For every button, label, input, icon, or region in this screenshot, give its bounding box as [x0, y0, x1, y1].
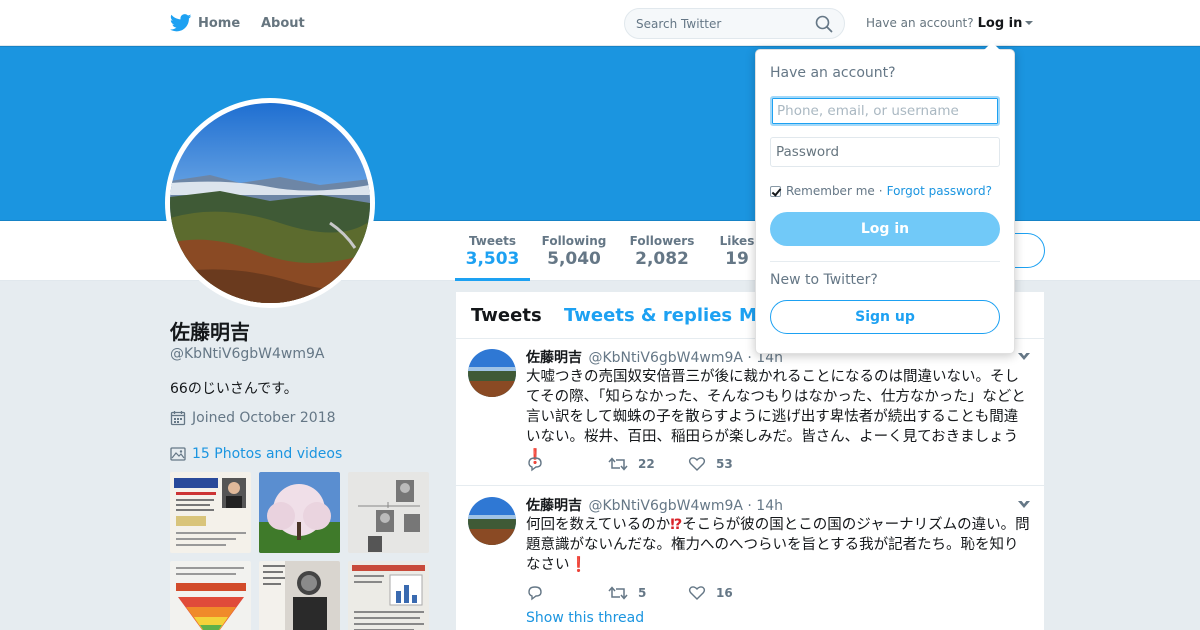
- stat-likes-label: Likes: [719, 234, 755, 248]
- tweet-header: 佐藤明吉 @KbNtiV6gbW4wm9A · 14h: [526, 495, 783, 515]
- remember-row: Remember me · Forgot password?: [770, 184, 992, 198]
- like-count: 53: [716, 457, 733, 471]
- tweet-actions: 22 53: [526, 456, 1026, 476]
- exclamation-question-icon: ⁉: [670, 517, 683, 533]
- search-box: [624, 8, 845, 39]
- retweet-count: 5: [638, 586, 647, 600]
- twitter-bird-icon: [170, 14, 192, 32]
- tweet-author-name[interactable]: 佐藤明吉: [526, 350, 582, 366]
- retweet-icon: [608, 457, 628, 471]
- stat-followers[interactable]: Followers 2,082: [624, 221, 700, 281]
- like-count: 16: [716, 586, 733, 600]
- have-account-area: Have an account? Log in: [866, 0, 1034, 46]
- retweet-button[interactable]: 22: [608, 456, 655, 472]
- profile-handle: @KbNtiV6gbW4wm9A: [170, 346, 325, 362]
- stat-tweets-label: Tweets: [468, 234, 517, 248]
- caret-down-icon: [1025, 21, 1034, 25]
- nav-about-label: About: [261, 15, 305, 31]
- like-button[interactable]: 16: [688, 585, 733, 601]
- exclamation-icon: ❗: [569, 557, 588, 573]
- avatar-image: [170, 103, 370, 303]
- username-field[interactable]: [770, 96, 1000, 126]
- reply-icon: [528, 457, 542, 472]
- stat-following[interactable]: Following 5,040: [538, 221, 610, 281]
- separator-dot: ·: [878, 184, 883, 198]
- show-thread-link[interactable]: Show this thread: [526, 610, 644, 626]
- stat-tweets[interactable]: Tweets 3,503: [455, 221, 530, 281]
- retweet-icon: [608, 586, 628, 600]
- tweet-actions: 5 16: [526, 585, 1026, 605]
- retweet-button[interactable]: 5: [608, 585, 646, 601]
- chevron-down-icon[interactable]: [1018, 499, 1030, 508]
- tweet-timestamp[interactable]: · 14h: [747, 498, 783, 514]
- profile-bio: 66のじいさんです。: [170, 381, 298, 397]
- tweet-avatar[interactable]: [468, 349, 516, 397]
- tweet[interactable]: 佐藤明吉 @KbNtiV6gbW4wm9A · 14h 大嘘つきの売国奴安倍晋三…: [456, 339, 1044, 486]
- reply-icon: [528, 586, 542, 601]
- tab-tweets-and-replies[interactable]: Tweets & replies: [564, 305, 732, 326]
- profile-joined: Joined October 2018: [170, 410, 336, 426]
- tweet[interactable]: 佐藤明吉 @KbNtiV6gbW4wm9A · 14h 何回を数えているのか⁉そ…: [456, 486, 1044, 630]
- nav-about[interactable]: About: [261, 0, 305, 46]
- tweet-text: 大嘘つきの売国奴安倍晋三が後に裁かれることになるのは間違いない。そしてその際、「…: [526, 367, 1032, 467]
- forgot-password-link[interactable]: Forgot password?: [887, 184, 992, 198]
- photo-thumbnail[interactable]: [170, 472, 251, 553]
- reply-button[interactable]: [526, 585, 554, 601]
- stat-following-label: Following: [541, 234, 607, 248]
- tweet-avatar[interactable]: [468, 497, 516, 545]
- nav-home-label: Home: [198, 15, 241, 31]
- tweet-author-name[interactable]: 佐藤明吉: [526, 498, 582, 514]
- like-button[interactable]: 53: [688, 456, 733, 472]
- login-button[interactable]: Log in: [770, 212, 1000, 246]
- stat-likes-value: 19: [725, 249, 749, 269]
- login-dropdown: Have an account? Remember me · Forgot pa…: [755, 42, 1015, 354]
- remember-me-checkbox[interactable]: [770, 185, 781, 197]
- tweet-header: 佐藤明吉 @KbNtiV6gbW4wm9A · 14h: [526, 347, 783, 367]
- reply-button[interactable]: [526, 456, 554, 472]
- search-icon[interactable]: [815, 15, 833, 33]
- signup-button[interactable]: Sign up: [770, 300, 1000, 334]
- heart-icon: [688, 457, 706, 471]
- stat-likes[interactable]: Likes 19: [714, 221, 760, 281]
- stat-followers-label: Followers: [629, 234, 695, 248]
- tweet-author-handle: @KbNtiV6gbW4wm9A: [588, 350, 743, 366]
- stat-tweets-value: 3,503: [465, 249, 520, 269]
- new-to-twitter-text: New to Twitter?: [770, 272, 878, 288]
- photo-icon: [170, 447, 186, 461]
- tweet-text: 何回を数えているのか⁉そこらが彼の国とこの国のジャーナリズムの違い。問題意識がな…: [526, 515, 1032, 575]
- profile-name[interactable]: 佐藤明吉: [170, 316, 250, 345]
- top-navigation-bar: Home About Have an account? Log in: [0, 0, 1200, 46]
- retweet-count: 22: [638, 457, 655, 471]
- dropdown-title: Have an account?: [770, 65, 896, 81]
- profile-avatar[interactable]: [165, 98, 375, 308]
- photo-thumbnail[interactable]: [259, 472, 340, 553]
- nav-home[interactable]: Home: [170, 0, 240, 46]
- photo-thumbnail[interactable]: [348, 561, 429, 630]
- password-field[interactable]: [770, 137, 1000, 167]
- photos-and-videos-label: 15 Photos and videos: [192, 446, 343, 462]
- search-input[interactable]: [636, 9, 811, 38]
- chevron-down-icon[interactable]: [1018, 351, 1030, 360]
- login-toggle-label: Log in: [977, 15, 1023, 31]
- tab-tweets[interactable]: Tweets: [471, 305, 542, 326]
- photo-thumbnail[interactable]: [348, 472, 429, 553]
- photo-thumbnail[interactable]: [170, 561, 251, 630]
- stat-followers-value: 2,082: [635, 249, 689, 269]
- remember-me-label[interactable]: Remember me: [786, 184, 875, 198]
- photos-and-videos-link[interactable]: 15 Photos and videos: [170, 446, 342, 462]
- divider: [770, 261, 1000, 262]
- tweet-text-part-a: 何回を数えているのか: [526, 517, 671, 533]
- calendar-icon: [170, 411, 186, 426]
- photo-thumbnail[interactable]: [259, 561, 340, 630]
- tweet-text-body: 大嘘つきの売国奴安倍晋三が後に裁かれることになるのは間違いない。そしてその際、「…: [526, 369, 1026, 445]
- login-dropdown-toggle[interactable]: Log in: [978, 16, 1034, 31]
- tweet-author-handle: @KbNtiV6gbW4wm9A: [588, 498, 743, 514]
- heart-icon: [688, 586, 706, 600]
- stat-following-value: 5,040: [547, 249, 601, 269]
- have-account-text: Have an account?: [866, 16, 974, 30]
- profile-joined-text: Joined October 2018: [192, 410, 336, 426]
